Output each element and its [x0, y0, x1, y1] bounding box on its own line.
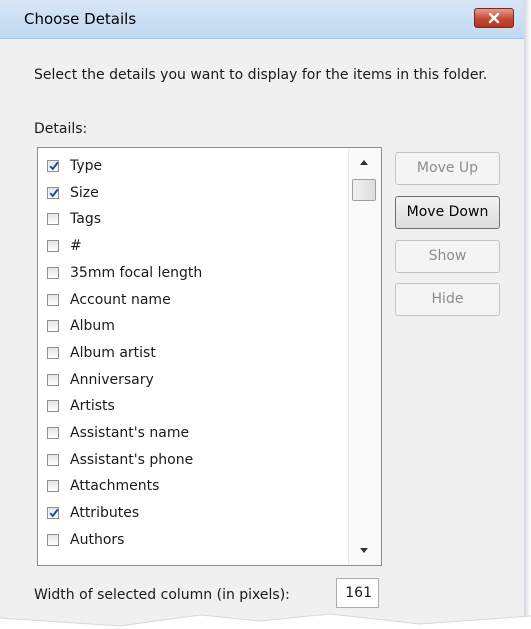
choose-details-dialog: Choose Details Select the details you wa…: [0, 0, 524, 629]
list-item[interactable]: Anniversary: [47, 367, 347, 393]
list-item-label: Attributes: [70, 505, 140, 522]
list-item-label: Album artist: [70, 344, 156, 361]
checkbox[interactable]: [47, 160, 59, 172]
checkbox[interactable]: [47, 453, 59, 466]
checkmark-icon: [49, 508, 59, 518]
list-item-label: Type: [70, 158, 103, 174]
checkbox[interactable]: [47, 427, 59, 439]
list-item[interactable]: Artists: [47, 393, 347, 419]
list-item-label: Assistant's phone: [70, 451, 194, 468]
window-edge-shadow: [524, 0, 531, 629]
list-item[interactable]: Tags: [47, 206, 347, 232]
checkbox[interactable]: [47, 373, 59, 386]
list-item[interactable]: Attachments: [47, 473, 347, 499]
scrollbar-thumb[interactable]: [352, 179, 376, 201]
list-item[interactable]: Assistant's phone: [47, 447, 347, 473]
list-item-label: Account name: [70, 291, 171, 308]
list-item-label: Artists: [70, 398, 115, 415]
scroll-up-arrow-icon[interactable]: [360, 160, 368, 165]
checkbox[interactable]: [47, 320, 59, 333]
checkbox[interactable]: [47, 533, 59, 546]
title-bar: Choose Details: [0, 0, 524, 39]
hide-button[interactable]: Hide: [395, 283, 500, 316]
checkmark-icon: [49, 188, 59, 198]
list-item-label: Assistant's name: [70, 425, 190, 441]
checkbox[interactable]: [47, 293, 59, 306]
details-list[interactable]: Type Size Tags #35mm focal length Account na…: [37, 147, 382, 566]
list-item[interactable]: #: [47, 233, 347, 259]
list-item[interactable]: Album: [47, 313, 347, 339]
close-button[interactable]: [474, 8, 514, 28]
column-width-input[interactable]: 161: [336, 578, 379, 608]
checkbox[interactable]: [47, 480, 59, 493]
list-item[interactable]: Authors: [47, 527, 347, 553]
checkmark-icon: [49, 161, 59, 171]
move-up-button[interactable]: Move Up: [395, 152, 500, 185]
checkbox[interactable]: [47, 266, 59, 279]
instructions-text: Select the details you want to display f…: [34, 67, 488, 83]
list-item-label: Album: [70, 318, 115, 335]
list-item-label: Tags: [70, 211, 101, 228]
list-item[interactable]: 35mm focal length: [47, 260, 347, 286]
list-item[interactable]: Assistant's name: [47, 420, 347, 446]
list-item-label: 35mm focal length: [70, 264, 203, 281]
list-item[interactable]: Attributes: [47, 500, 347, 526]
scroll-down-arrow-icon[interactable]: [360, 548, 368, 553]
torn-edge: [0, 613, 531, 629]
checkbox[interactable]: [47, 507, 59, 520]
list-item[interactable]: Type: [47, 153, 347, 179]
list-item[interactable]: Size: [47, 180, 347, 206]
list-item-label: Size: [70, 184, 99, 201]
checkbox[interactable]: [47, 186, 59, 199]
list-item-label: Anniversary: [70, 371, 154, 388]
checkbox[interactable]: [47, 240, 59, 253]
dialog-title: Choose Details: [24, 10, 137, 28]
move-down-button[interactable]: Move Down: [395, 196, 500, 229]
show-button[interactable]: Show: [395, 240, 500, 273]
list-item-label: #: [70, 238, 82, 255]
checkbox[interactable]: [47, 346, 59, 359]
list-item-label: Authors: [70, 531, 125, 548]
list-item[interactable]: Account name: [47, 287, 347, 313]
column-width-label: Width of selected column (in pixels):: [34, 587, 290, 603]
details-label: Details:: [34, 121, 88, 137]
list-item-label: Attachments: [70, 478, 160, 495]
close-icon: [488, 12, 500, 24]
checkbox[interactable]: [47, 400, 59, 413]
checkbox[interactable]: [47, 213, 59, 226]
vertical-scrollbar[interactable]: [348, 148, 381, 565]
list-item[interactable]: Album artist: [47, 340, 347, 366]
